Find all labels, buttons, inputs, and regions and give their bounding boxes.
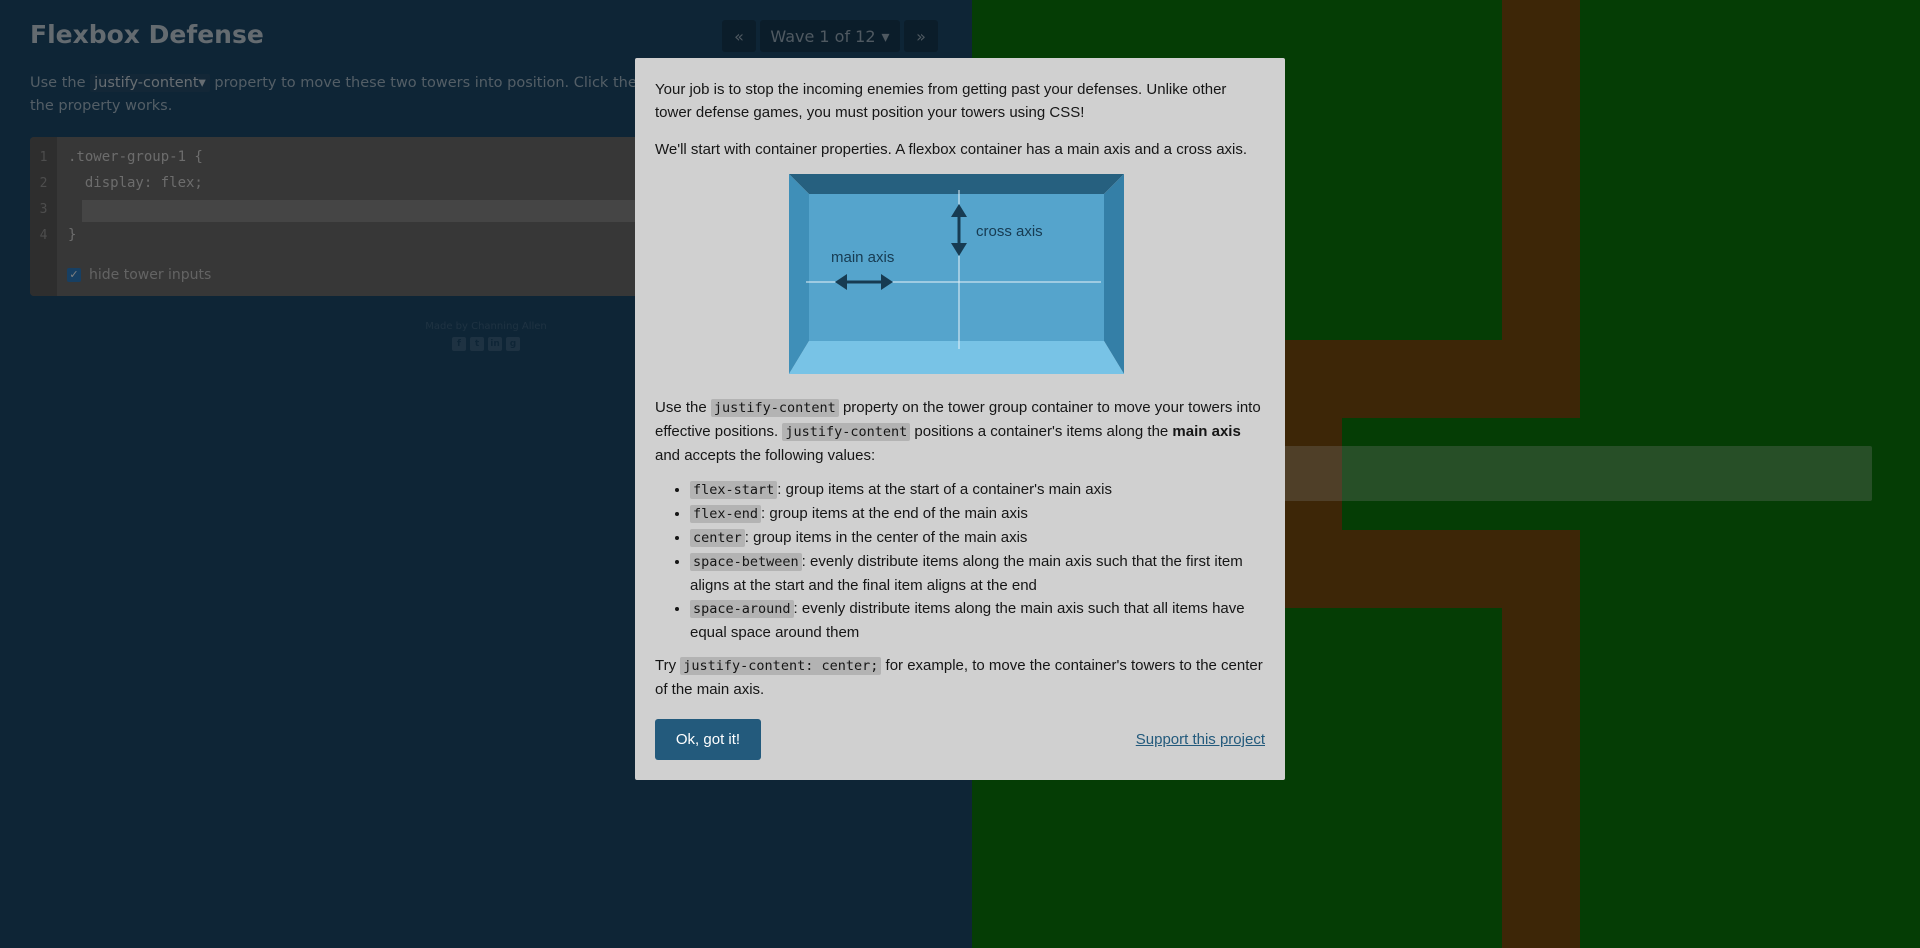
list-item: flex-start: group items at the start of … (690, 478, 1267, 502)
text: : group items in the center of the main … (744, 529, 1028, 546)
text: and accepts the following values: (655, 447, 876, 464)
text: : group items at the start of a containe… (777, 481, 1112, 498)
code-keyword: justify-content (710, 399, 839, 417)
list-item: center: group items in the center of the… (690, 526, 1267, 550)
text: Try (655, 657, 677, 674)
ok-got-it-button[interactable]: Ok, got it! (655, 719, 761, 760)
diagram-left-bevel (789, 174, 809, 374)
code-keyword: space-around (690, 600, 794, 618)
modal-paragraph: Try justify-content: center; for example… (655, 654, 1267, 701)
flexbox-axis-diagram: main axis cross axis (789, 174, 1124, 374)
diagram-right-bevel (1104, 174, 1124, 374)
modal-paragraph: We'll start with container properties. A… (655, 141, 1248, 158)
diagram-bottom-bevel (789, 341, 1124, 374)
text: Use the (655, 399, 707, 416)
values-list: flex-start: group items at the start of … (690, 478, 1267, 644)
list-item: flex-end: group items at the end of the … (690, 502, 1267, 526)
code-keyword: space-between (690, 553, 802, 571)
code-keyword: flex-end (690, 505, 762, 523)
code-keyword: flex-start (690, 481, 778, 499)
modal-paragraph: Your job is to stop the incoming enemies… (655, 81, 1227, 121)
modal-paragraph: Use the justify-content property on the … (655, 396, 1267, 467)
intro-modal: Your job is to stop the incoming enemies… (635, 58, 1285, 780)
support-project-link[interactable]: Support this project (1136, 728, 1265, 751)
text: : group items at the end of the main axi… (761, 505, 1028, 522)
code-keyword: justify-content (782, 423, 911, 441)
list-item: space-around: evenly distribute items al… (690, 597, 1267, 644)
main-axis-label: main axis (831, 249, 894, 266)
list-item: space-between: evenly distribute items a… (690, 550, 1267, 597)
diagram-top-bevel (789, 174, 1124, 194)
code-keyword: justify-content: center; (680, 657, 882, 675)
text: positions a container's items along the (914, 423, 1169, 440)
code-keyword: center (690, 529, 745, 547)
bold-text: main axis (1172, 423, 1241, 440)
cross-axis-label: cross axis (976, 223, 1043, 240)
